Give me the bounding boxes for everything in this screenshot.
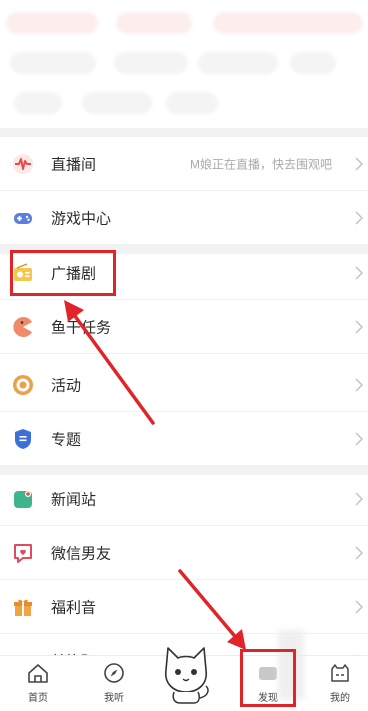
menu-item-welfare-audio[interactable]: 福利音 bbox=[0, 580, 368, 634]
topic-shield-icon bbox=[15, 428, 31, 449]
chevron-right-icon bbox=[355, 431, 364, 446]
gamepad-icon bbox=[14, 212, 32, 224]
chat-heart-icon bbox=[14, 543, 32, 563]
menu-item-label: 活动 bbox=[51, 377, 82, 394]
search-tag-chip[interactable] bbox=[82, 92, 152, 114]
menu-item-label: 福利音 bbox=[51, 599, 97, 616]
hot-search-chip[interactable] bbox=[116, 12, 192, 34]
cat-face-icon bbox=[331, 664, 349, 682]
menu-item-label: 专题 bbox=[51, 431, 82, 448]
discover-icon bbox=[259, 667, 277, 680]
menu-item-label: 鱼干任务 bbox=[51, 319, 112, 336]
search-tag-chip[interactable] bbox=[114, 52, 188, 74]
menu-item-topics[interactable]: 专题 bbox=[0, 412, 368, 466]
cat-mascot-icon[interactable] bbox=[158, 640, 214, 706]
nav-label: 首页 bbox=[28, 693, 48, 704]
menu-item-radio-drama[interactable]: 广播剧 bbox=[0, 246, 368, 300]
search-tag-chip[interactable] bbox=[290, 52, 336, 74]
chevron-right-icon bbox=[355, 599, 364, 614]
compass-icon bbox=[104, 663, 124, 683]
search-tag-chip[interactable] bbox=[198, 52, 278, 74]
chevron-right-icon bbox=[355, 377, 364, 392]
news-icon bbox=[14, 490, 32, 508]
chevron-right-icon bbox=[355, 156, 364, 171]
chevron-right-icon bbox=[355, 210, 364, 225]
hot-search-chip[interactable] bbox=[213, 12, 363, 34]
live-wave-icon bbox=[13, 153, 33, 174]
menu-item-fish-task[interactable]: 鱼干任务 bbox=[0, 300, 368, 354]
search-tag-chip[interactable] bbox=[14, 92, 62, 114]
menu-item-label: 游戏中心 bbox=[51, 210, 112, 227]
menu-item-label: 广播剧 bbox=[51, 265, 97, 282]
chevron-right-icon bbox=[355, 491, 364, 506]
blurred-watermark bbox=[278, 630, 304, 700]
hot-search-chip[interactable] bbox=[6, 12, 98, 34]
nav-mine[interactable]: 我的 bbox=[310, 656, 368, 711]
search-tag-chip[interactable] bbox=[10, 52, 96, 74]
home-icon bbox=[28, 664, 48, 683]
menu-item-wechat-boyfriend[interactable]: 微信男友 bbox=[0, 526, 368, 580]
section-divider bbox=[0, 128, 368, 137]
live-status-hint: M娘正在直播，快去围观吧 bbox=[190, 157, 332, 171]
menu-item-news[interactable]: 新闻站 bbox=[0, 472, 368, 526]
target-icon bbox=[13, 374, 33, 395]
gift-icon bbox=[14, 599, 32, 616]
chevron-right-icon bbox=[355, 319, 364, 334]
menu-item-label: 新闻站 bbox=[51, 491, 97, 508]
menu-item-label: 直播间 bbox=[51, 156, 97, 173]
nav-listen[interactable]: 我听 bbox=[84, 656, 144, 711]
pacman-icon bbox=[13, 316, 33, 337]
nav-home[interactable]: 首页 bbox=[8, 656, 68, 711]
chevron-right-icon bbox=[355, 545, 364, 560]
nav-label: 我听 bbox=[104, 693, 124, 704]
blurred-header-area bbox=[0, 0, 368, 132]
menu-item-events[interactable]: 活动 bbox=[0, 358, 368, 412]
search-tag-chip[interactable] bbox=[166, 92, 218, 114]
nav-label: 我的 bbox=[330, 693, 350, 704]
chevron-right-icon bbox=[355, 265, 364, 280]
menu-item-game-center[interactable]: 游戏中心 bbox=[0, 191, 368, 245]
radio-icon bbox=[14, 262, 32, 281]
menu-item-live[interactable]: 直播间 M娘正在直播，快去围观吧 bbox=[0, 137, 368, 191]
menu-item-label: 微信男友 bbox=[51, 545, 112, 562]
